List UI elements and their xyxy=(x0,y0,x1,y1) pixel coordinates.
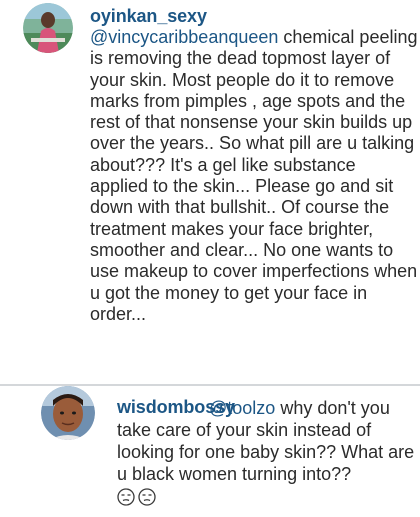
comment-body: wisdombossy @toolzo why don't you take c… xyxy=(117,397,417,506)
comment-text: @vincycaribbeanqueen chemical peeling is… xyxy=(90,27,418,325)
comment-text: @toolzo why don't you take care of your … xyxy=(117,397,417,485)
unamused-face-icon xyxy=(117,488,135,506)
mention-link[interactable]: @vincycaribbeanqueen xyxy=(90,27,278,47)
comment-item: wisdombossy @toolzo why don't you take c… xyxy=(0,386,420,517)
avatar[interactable] xyxy=(23,3,73,53)
unamused-face-icon xyxy=(138,488,156,506)
emoji-row xyxy=(117,488,417,506)
avatar[interactable] xyxy=(41,386,95,440)
comment-message: chemical peeling is removing the dead to… xyxy=(90,27,418,324)
comment-item: oyinkan_sexy @vincycaribbeanqueen chemic… xyxy=(0,0,420,385)
user-avatar-photo xyxy=(41,386,95,440)
mention-link[interactable]: @toolzo xyxy=(209,398,275,418)
comment-feed: oyinkan_sexy @vincycaribbeanqueen chemic… xyxy=(0,0,420,517)
user-avatar-photo xyxy=(23,3,73,53)
comment-body: oyinkan_sexy @vincycaribbeanqueen chemic… xyxy=(90,6,418,325)
comment-username[interactable]: oyinkan_sexy xyxy=(90,6,418,26)
